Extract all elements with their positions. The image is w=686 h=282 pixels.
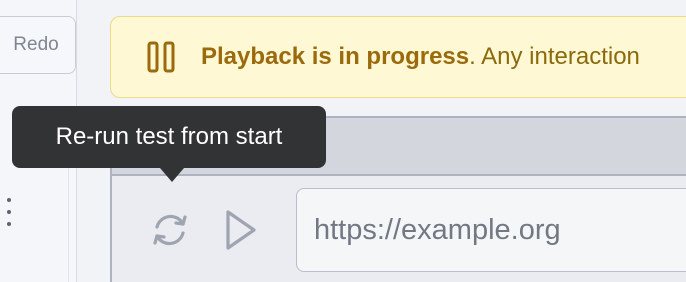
kebab-dot	[7, 198, 11, 202]
redo-button[interactable]: Redo	[0, 16, 76, 74]
banner-text: Playback is in progress. Any interaction	[201, 43, 640, 71]
banner-message: . Any interaction	[469, 43, 640, 70]
url-field[interactable]: https://example.org	[296, 188, 686, 272]
playback-screen: Redo Playback is in progress. Any intera…	[0, 0, 686, 282]
pause-icon	[147, 41, 175, 73]
kebab-dot	[7, 222, 11, 226]
banner-title: Playback is in progress	[201, 43, 470, 70]
playback-banner: Playback is in progress. Any interaction	[110, 16, 686, 98]
browser-toolbar: https://example.org	[112, 176, 686, 282]
tooltip-arrow	[160, 168, 184, 182]
tooltip-text: Re-run test from start	[55, 123, 283, 150]
tooltip: Re-run test from start	[12, 106, 326, 182]
kebab-dot	[7, 210, 11, 214]
reload-icon[interactable]	[148, 208, 192, 252]
panel-divider	[68, 166, 69, 282]
play-icon[interactable]	[220, 208, 260, 252]
kebab-menu-icon[interactable]	[5, 198, 13, 226]
